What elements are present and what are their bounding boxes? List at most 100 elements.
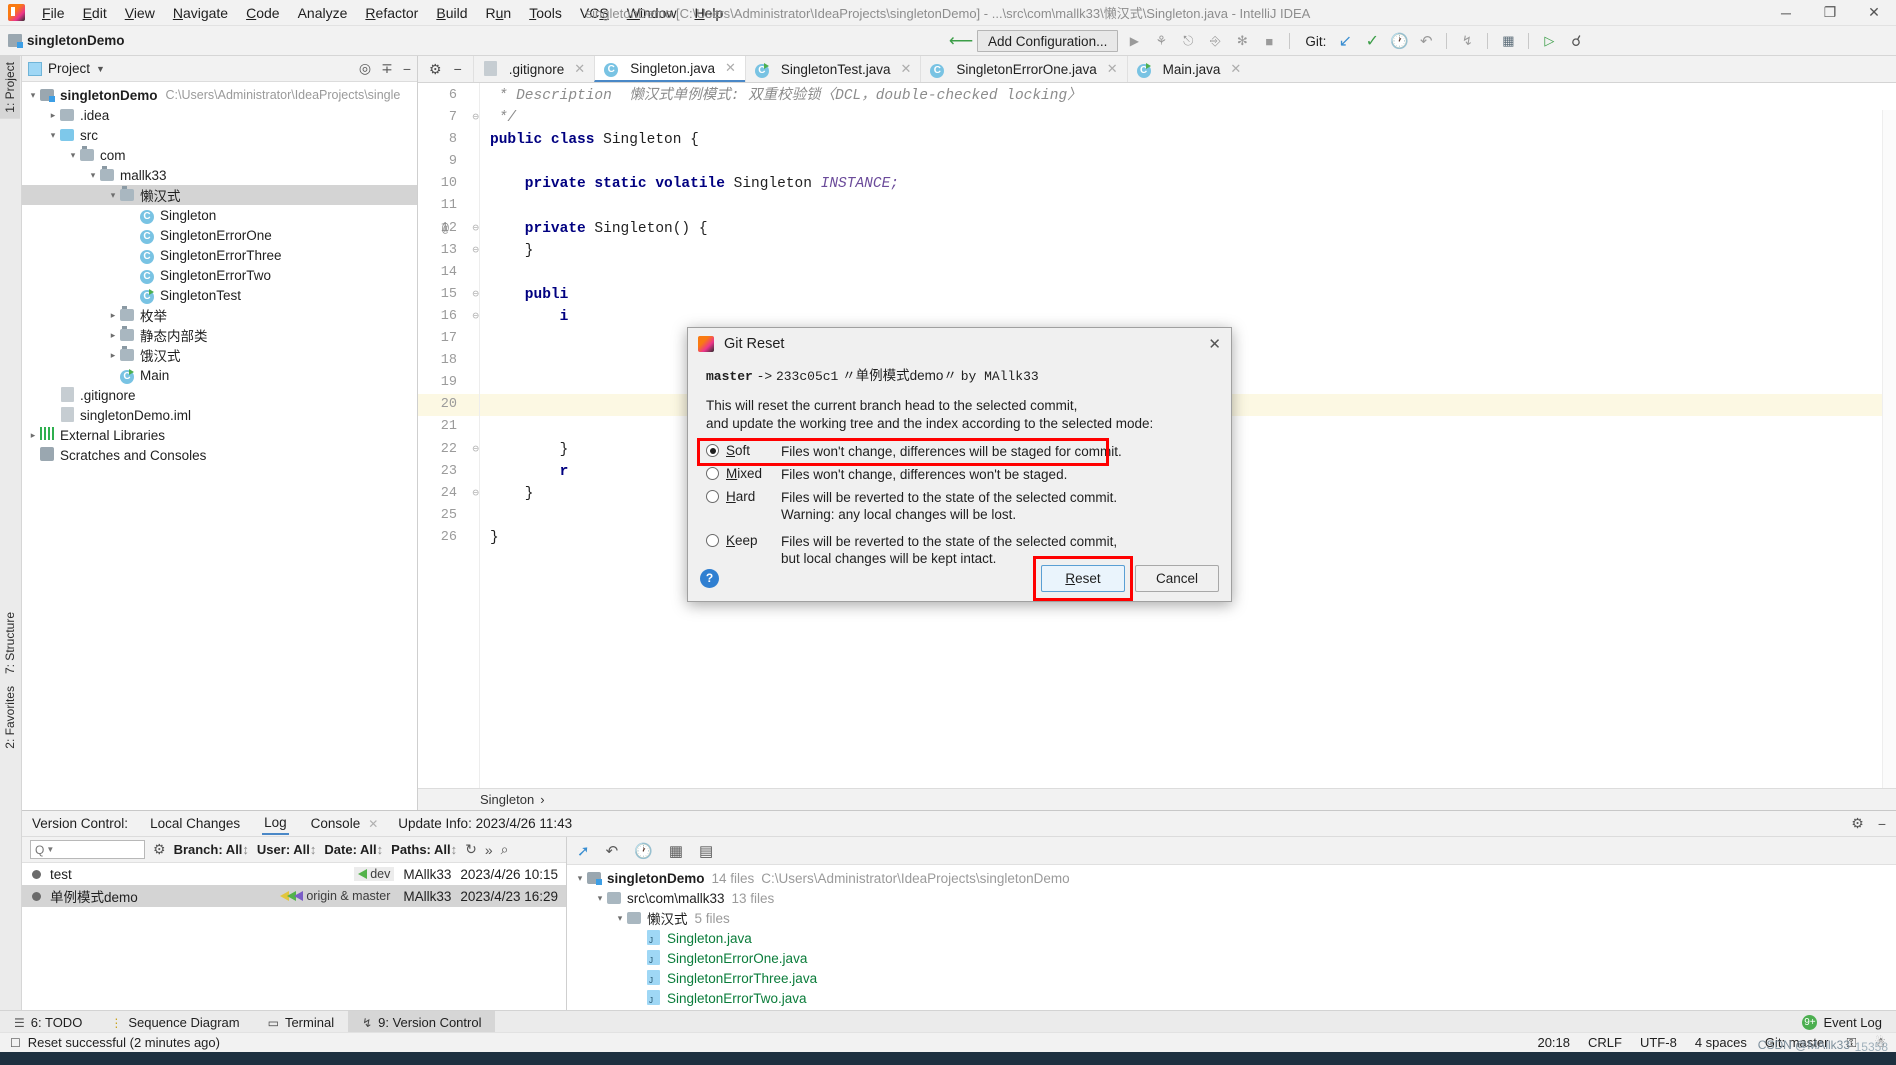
- editor-tab-singletonerrorone-java[interactable]: C SingletonErrorOne.java ✕: [920, 56, 1126, 82]
- tree-node-singletonerrortwo[interactable]: C SingletonErrorTwo: [22, 265, 417, 285]
- close-tab-icon[interactable]: ✕: [1107, 61, 1118, 77]
- menu-help[interactable]: Help: [686, 2, 733, 24]
- group-by-icon[interactable]: ▦: [669, 842, 683, 860]
- chevron-down-icon[interactable]: [66, 150, 80, 161]
- tree-node-singletonerrorone[interactable]: C SingletonErrorOne: [22, 225, 417, 245]
- tree-node-饿汉式[interactable]: 饿汉式: [22, 345, 417, 365]
- fold-end-icon[interactable]: ⊖: [468, 439, 479, 461]
- cancel-button[interactable]: Cancel: [1135, 564, 1219, 592]
- tree-node-external-libraries[interactable]: External Libraries: [22, 425, 417, 445]
- menu-tools[interactable]: Tools: [520, 2, 571, 24]
- status-message[interactable]: Reset successful (2 minutes ago): [28, 1035, 220, 1050]
- gutter-line-21[interactable]: 21: [418, 416, 479, 438]
- gutter-line-25[interactable]: 25: [418, 505, 479, 527]
- tree-node-懒汉式[interactable]: 懒汉式: [22, 185, 417, 205]
- radio-button[interactable]: [706, 534, 719, 547]
- editor-marker-bar[interactable]: [1882, 110, 1896, 810]
- git-update-icon[interactable]: ↙: [1334, 30, 1356, 52]
- build-icon[interactable]: ⟵: [949, 30, 973, 52]
- event-log-button[interactable]: 9+ Event Log: [1802, 1015, 1896, 1030]
- caret-position[interactable]: 20:18: [1537, 1035, 1570, 1050]
- tool-button-version-control[interactable]: ↯ 9: Version Control: [348, 1011, 496, 1034]
- close-tab-icon[interactable]: ✕: [901, 61, 912, 77]
- gutter-line-15[interactable]: 15 ⊖: [418, 284, 479, 306]
- gutter-line-16[interactable]: 16 ⊖: [418, 306, 479, 328]
- chevron-right-icon[interactable]: [26, 430, 40, 441]
- gutter-line-23[interactable]: 23: [418, 461, 479, 483]
- menu-file[interactable]: FFileile: [33, 2, 74, 24]
- change-node[interactable]: SingletonErrorOne.java: [567, 948, 1896, 968]
- git-history-icon[interactable]: 🕐: [1388, 30, 1410, 52]
- project-tree[interactable]: singletonDemo C:\Users\Administrator\Idea…: [22, 82, 417, 810]
- commit-row[interactable]: 单例模式demo origin & master MAllk33 2023/4/23 …: [22, 885, 566, 907]
- filter-date[interactable]: Date: All↕: [324, 842, 383, 857]
- menu-vcs[interactable]: VCS: [571, 2, 618, 24]
- file-encoding[interactable]: UTF-8: [1640, 1035, 1677, 1050]
- fold-start-icon[interactable]: ⊖: [468, 306, 479, 328]
- search-everywhere-icon[interactable]: ☌: [1565, 30, 1587, 52]
- tree-node-singletondemo.iml[interactable]: singletonDemo.iml: [22, 405, 417, 425]
- gutter-line-20[interactable]: 20: [418, 394, 479, 417]
- tool-button-sequence-diagram[interactable]: ⋮ Sequence Diagram: [96, 1011, 253, 1034]
- chevron-right-icon[interactable]: [106, 350, 120, 361]
- tree-node-.idea[interactable]: .idea: [22, 105, 417, 125]
- gutter-line-19[interactable]: 19: [418, 372, 479, 394]
- menu-edit[interactable]: Edit: [74, 2, 116, 24]
- change-node[interactable]: Singleton.java: [567, 928, 1896, 948]
- revert-icon[interactable]: ↶: [606, 842, 619, 860]
- fold-end-icon[interactable]: ⊖: [468, 240, 479, 262]
- gutter-line-24[interactable]: 24 ⊖: [418, 483, 479, 505]
- filter-paths[interactable]: Paths: All↕: [391, 842, 457, 857]
- menu-view[interactable]: View: [116, 2, 164, 24]
- reset-option-mixed[interactable]: Mixed Files won't change, differences won…: [706, 466, 1213, 483]
- radio-button[interactable]: [706, 444, 719, 457]
- log-search-input[interactable]: Q ▼: [30, 840, 145, 859]
- chevron-down-icon[interactable]: [613, 913, 627, 924]
- log-settings-icon[interactable]: ⚙: [153, 841, 166, 858]
- tree-node-scratches-and-consoles[interactable]: Scratches and Consoles: [22, 445, 417, 465]
- more-icon[interactable]: »: [485, 842, 493, 858]
- reset-option-label-wrap[interactable]: Hard: [706, 489, 781, 504]
- menu-navigate[interactable]: Navigate: [164, 2, 237, 24]
- editor-tabs[interactable]: .gitignore ✕ C Singleton.java ✕ C SingletonTes…: [472, 56, 1251, 82]
- tree-node-com[interactable]: com: [22, 145, 417, 165]
- tree-node-singletonerrorthree[interactable]: C SingletonErrorThree: [22, 245, 417, 265]
- editor-tab--gitignore[interactable]: .gitignore ✕: [472, 56, 594, 82]
- hide-editor-icon[interactable]: −: [454, 61, 462, 77]
- gutter-line-14[interactable]: 14: [418, 262, 479, 284]
- debug-icon[interactable]: ⚘: [1150, 30, 1172, 52]
- commit-row[interactable]: test dev MAllk33 2023/4/26 10:15: [22, 863, 566, 885]
- gutter-line-8[interactable]: 8: [418, 129, 479, 151]
- view-options-icon[interactable]: ▤: [699, 842, 713, 860]
- tree-node-.gitignore[interactable]: .gitignore: [22, 385, 417, 405]
- radio-button[interactable]: [706, 467, 719, 480]
- close-tab-icon[interactable]: ✕: [1230, 61, 1241, 77]
- chevron-down-icon[interactable]: [26, 90, 40, 101]
- menu-refactor[interactable]: Refactor: [356, 2, 427, 24]
- minimize-button[interactable]: ─: [1764, 0, 1808, 26]
- tool-tab-structure[interactable]: 7: Structure: [0, 606, 20, 680]
- run-configuration-selector[interactable]: Add Configuration...: [977, 30, 1119, 52]
- dialog-close-icon[interactable]: ✕: [1208, 335, 1221, 353]
- gutter-line-10[interactable]: 10: [418, 173, 479, 195]
- fold-end-icon[interactable]: ⊖: [468, 483, 479, 505]
- chevron-down-icon[interactable]: [46, 130, 60, 141]
- refresh-icon[interactable]: ↻: [465, 841, 477, 858]
- fold-end-icon[interactable]: ⊖: [468, 107, 479, 129]
- indent-setting[interactable]: 4 spaces: [1695, 1035, 1747, 1050]
- hide-panel-icon[interactable]: −: [403, 61, 411, 77]
- chevron-down-icon[interactable]: ▼: [96, 64, 105, 74]
- vcs-tab-log[interactable]: Log: [262, 812, 289, 835]
- git-commit-icon[interactable]: ✓: [1361, 30, 1383, 52]
- change-node[interactable]: 懒汉式 5 files: [567, 908, 1896, 928]
- run-anything-icon[interactable]: ▷: [1538, 30, 1560, 52]
- gutter-line-13[interactable]: 13 ⊖: [418, 240, 479, 262]
- change-node[interactable]: SingletonErrorTwo.java: [567, 988, 1896, 1008]
- menu-analyze[interactable]: Analyze: [289, 2, 357, 24]
- attach-icon[interactable]: ✻: [1231, 30, 1253, 52]
- gutter-line-26[interactable]: 26: [418, 527, 479, 549]
- vcs-tab-console[interactable]: Console: [309, 813, 363, 834]
- tool-button-todo[interactable]: ☰ 6: TODO: [0, 1011, 96, 1034]
- gutter-line-12[interactable]: 12 @ ⊖: [418, 218, 479, 240]
- gear-icon[interactable]: ⚙: [429, 61, 442, 78]
